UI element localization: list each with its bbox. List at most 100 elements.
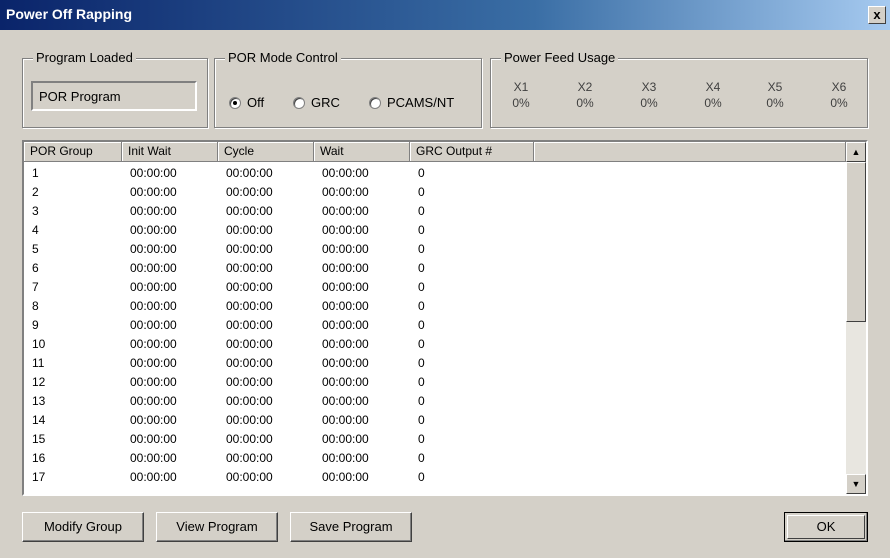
dialog-window: Power Off Rapping x Program Loaded POR P… — [0, 0, 890, 558]
table-cell: 11 — [32, 356, 45, 370]
table-cell: 00:00:00 — [130, 337, 177, 351]
feed-x2: X2 0% — [565, 79, 605, 111]
table-row[interactable]: 11 00:00:00 00:00:00 00:00:00 0 — [24, 354, 846, 373]
program-loaded-group: Program Loaded POR Program — [22, 50, 208, 128]
table-cell: 7 — [32, 280, 39, 294]
table-row[interactable]: 10 00:00:00 00:00:00 00:00:00 0 — [24, 335, 846, 354]
view-program-button[interactable]: View Program — [156, 512, 278, 542]
table-row[interactable]: 7 00:00:00 00:00:00 00:00:00 0 — [24, 278, 846, 297]
table-cell: 0 — [418, 185, 425, 199]
column-header-wait[interactable]: Wait — [314, 142, 410, 162]
table-cell: 0 — [418, 337, 425, 351]
table-cell: 8 — [32, 299, 39, 313]
radio-off[interactable]: Off — [229, 95, 264, 110]
table-cell: 00:00:00 — [226, 280, 273, 294]
scroll-thumb[interactable] — [846, 162, 866, 322]
table-row[interactable]: 15 00:00:00 00:00:00 00:00:00 0 — [24, 430, 846, 449]
table-cell: 00:00:00 — [322, 261, 369, 275]
scroll-down-icon[interactable]: ▼ — [846, 474, 866, 494]
table-cell: 3 — [32, 204, 39, 218]
program-loaded-field: POR Program — [31, 81, 197, 111]
list-rows: 1 00:00:00 00:00:00 00:00:00 0 2 00:00:00 00:00… — [24, 164, 846, 487]
radio-pcams-dot[interactable] — [369, 96, 381, 109]
feed-x6-name: X6 — [831, 80, 847, 94]
table-row[interactable]: 6 00:00:00 00:00:00 00:00:00 0 — [24, 259, 846, 278]
table-row[interactable]: 4 00:00:00 00:00:00 00:00:00 0 — [24, 221, 846, 240]
feed-x1: X1 0% — [501, 79, 541, 111]
table-cell: 00:00:00 — [130, 470, 177, 484]
radio-pcams-label: PCAMS/NT — [387, 95, 455, 110]
feed-x4: X4 0% — [693, 79, 733, 111]
title-bar[interactable]: Power Off Rapping x — [0, 0, 890, 30]
table-cell: 0 — [418, 242, 425, 256]
column-header-init-wait[interactable]: Init Wait — [122, 142, 218, 162]
ok-button[interactable]: OK — [784, 512, 868, 542]
column-header-por-group[interactable]: POR Group — [24, 142, 122, 162]
table-cell: 0 — [418, 451, 425, 465]
table-cell: 00:00:00 — [226, 394, 273, 408]
table-row[interactable]: 9 00:00:00 00:00:00 00:00:00 0 — [24, 316, 846, 335]
table-cell: 13 — [32, 394, 46, 408]
table-cell: 14 — [32, 413, 46, 427]
feed-x5: X5 0% — [755, 79, 795, 111]
table-cell: 2 — [32, 185, 39, 199]
save-program-button[interactable]: Save Program — [290, 512, 412, 542]
table-row[interactable]: 13 00:00:00 00:00:00 00:00:00 0 — [24, 392, 846, 411]
por-group-list[interactable]: POR Group Init Wait Cycle Wait GRC Outpu… — [22, 140, 868, 496]
scroll-up-icon[interactable]: ▲ — [846, 142, 866, 162]
table-cell: 00:00:00 — [322, 451, 369, 465]
table-cell: 00:00:00 — [130, 223, 177, 237]
column-header-grc-output[interactable]: GRC Output # — [410, 142, 534, 162]
table-cell: 00:00:00 — [226, 299, 273, 313]
table-row[interactable]: 8 00:00:00 00:00:00 00:00:00 0 — [24, 297, 846, 316]
table-row[interactable]: 12 00:00:00 00:00:00 00:00:00 0 — [24, 373, 846, 392]
table-row[interactable]: 14 00:00:00 00:00:00 00:00:00 0 — [24, 411, 846, 430]
feed-x1-name: X1 — [513, 80, 529, 94]
feed-x2-name: X2 — [577, 80, 593, 94]
modify-group-button[interactable]: Modify Group — [22, 512, 144, 542]
table-cell: 00:00:00 — [130, 394, 177, 408]
radio-pcams[interactable]: PCAMS/NT — [369, 95, 454, 110]
table-cell: 0 — [418, 166, 425, 180]
table-row[interactable]: 3 00:00:00 00:00:00 00:00:00 0 — [24, 202, 846, 221]
table-cell: 00:00:00 — [226, 451, 273, 465]
table-cell: 00:00:00 — [322, 356, 369, 370]
table-cell: 16 — [32, 451, 46, 465]
table-cell: 00:00:00 — [226, 337, 273, 351]
table-cell: 00:00:00 — [130, 280, 177, 294]
ok-button-label: OK — [816, 519, 836, 534]
table-cell: 00:00:00 — [322, 299, 369, 313]
table-cell: 00:00:00 — [226, 223, 273, 237]
table-cell: 00:00:00 — [226, 166, 273, 180]
table-cell: 00:00:00 — [322, 337, 369, 351]
close-button[interactable]: x — [868, 6, 886, 24]
column-header-cycle[interactable]: Cycle — [218, 142, 314, 162]
table-cell: 00:00:00 — [322, 223, 369, 237]
table-row[interactable]: 2 00:00:00 00:00:00 00:00:00 0 — [24, 183, 846, 202]
table-cell: 00:00:00 — [322, 185, 369, 199]
table-cell: 5 — [32, 242, 39, 256]
radio-off-dot[interactable] — [229, 96, 241, 109]
table-cell: 10 — [32, 337, 46, 351]
column-header-empty — [534, 142, 846, 162]
feed-x5-name: X5 — [767, 80, 783, 94]
table-cell: 00:00:00 — [130, 432, 177, 446]
table-cell: 00:00:00 — [322, 280, 369, 294]
table-row[interactable]: 5 00:00:00 00:00:00 00:00:00 0 — [24, 240, 846, 259]
table-cell: 00:00:00 — [130, 185, 177, 199]
table-cell: 00:00:00 — [322, 318, 369, 332]
table-cell: 0 — [418, 432, 425, 446]
feed-x5-value: 0% — [766, 96, 784, 110]
table-row[interactable]: 17 00:00:00 00:00:00 00:00:00 0 — [24, 468, 846, 487]
radio-grc[interactable]: GRC — [293, 95, 340, 110]
table-row[interactable]: 1 00:00:00 00:00:00 00:00:00 0 — [24, 164, 846, 183]
radio-grc-dot[interactable] — [293, 96, 305, 109]
table-cell: 00:00:00 — [322, 432, 369, 446]
table-cell: 00:00:00 — [130, 413, 177, 427]
table-cell: 17 — [32, 470, 46, 484]
table-cell: 0 — [418, 394, 425, 408]
table-row[interactable]: 16 00:00:00 00:00:00 00:00:00 0 — [24, 449, 846, 468]
table-cell: 00:00:00 — [322, 375, 369, 389]
table-cell: 9 — [32, 318, 39, 332]
vertical-scrollbar[interactable]: ▲ ▼ — [846, 142, 866, 494]
